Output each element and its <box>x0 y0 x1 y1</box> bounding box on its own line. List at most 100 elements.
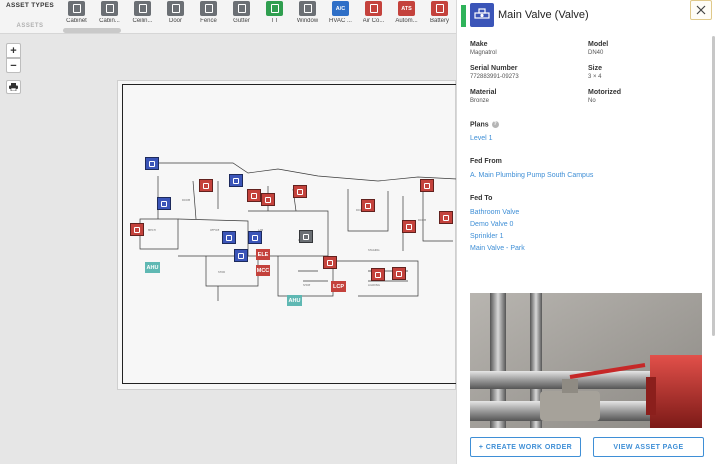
hvac-icon: A/C <box>332 1 349 16</box>
asset-type-item[interactable]: Window <box>291 0 324 34</box>
asset-marker[interactable] <box>392 267 406 280</box>
create-work-order-button[interactable]: + CREATE WORK ORDER <box>470 437 581 457</box>
field-value: Bronze <box>470 98 490 104</box>
asset-marker[interactable] <box>420 179 434 192</box>
ceiling-icon <box>134 1 151 16</box>
svg-text:OFFICE: OFFICE <box>210 228 220 232</box>
asset-type-item[interactable]: Fence <box>192 0 225 34</box>
field-material: Material Bronze <box>470 89 496 104</box>
cabinet-icon <box>101 1 118 16</box>
asset-marker[interactable] <box>402 220 416 233</box>
fed-from-heading: Fed From <box>470 158 502 165</box>
tab-assets[interactable]: ASSETS <box>16 23 43 29</box>
asset-marker[interactable] <box>130 223 144 236</box>
svg-text:STOR: STOR <box>218 270 225 274</box>
asset-type-label: Ceilin... <box>132 18 153 24</box>
asset-marker[interactable] <box>323 256 337 269</box>
mcc-tag[interactable]: MCC <box>256 265 270 276</box>
asset-type-item[interactable]: Air Co... <box>357 0 390 34</box>
svg-text:ROOM: ROOM <box>418 218 426 222</box>
window-icon <box>299 1 316 16</box>
view-asset-page-button[interactable]: VIEW ASSET PAGE <box>593 437 704 457</box>
panel-title: Main Valve (Valve) <box>498 9 589 21</box>
field-value: 772883991-09273 <box>470 74 519 80</box>
asset-marker[interactable] <box>157 197 171 210</box>
asset-type-label: TT <box>270 18 279 24</box>
floor-plan-drawing: ROOMOFFICEROOM LABCORRIDORROOM STAGINGME… <box>139 162 457 301</box>
zoom-out-button[interactable]: − <box>6 58 21 73</box>
valve-icon <box>470 3 494 27</box>
asset-type-label: HVAC ... <box>329 18 352 24</box>
ele-tag[interactable]: ELE <box>256 249 270 260</box>
panel-header: Main Valve (Valve) <box>457 0 715 33</box>
asset-type-label: Cabin... <box>99 18 120 24</box>
fed-to-link[interactable]: Sprinkler 1 <box>470 233 503 240</box>
asset-marker[interactable] <box>361 199 375 212</box>
gutter-icon <box>233 1 250 16</box>
ahu-tag[interactable]: AHU <box>145 262 160 273</box>
svg-text:ROOM: ROOM <box>182 198 190 202</box>
app-root: ASSET TYPES ASSETS Cabinet Cabin... Ceilin… <box>0 0 715 464</box>
asset-marker[interactable] <box>299 230 313 243</box>
asset-type-label: Air Co... <box>362 18 385 24</box>
asset-type-label: Autom... <box>395 18 418 24</box>
close-button[interactable] <box>690 0 712 20</box>
info-icon[interactable]: ? <box>491 121 499 128</box>
asset-marker[interactable] <box>234 249 248 262</box>
field-label: Serial Number <box>470 65 518 72</box>
fed-to-heading: Fed To <box>470 195 493 202</box>
printer-icon <box>9 83 18 91</box>
zoom-in-button[interactable]: + <box>6 43 21 58</box>
asset-marker[interactable] <box>248 231 262 244</box>
asset-marker[interactable] <box>261 193 275 206</box>
asset-type-item[interactable]: TT <box>258 0 291 34</box>
svg-text:MECH: MECH <box>148 228 156 232</box>
asset-marker[interactable] <box>439 211 453 224</box>
floor-plan-sheet[interactable]: ROOMOFFICEROOM LABCORRIDORROOM STAGINGME… <box>117 80 460 390</box>
field-value: No <box>588 98 596 104</box>
tab-asset-types[interactable]: ASSET TYPES <box>6 2 54 9</box>
status-indicator <box>461 5 466 27</box>
asset-marker[interactable] <box>293 185 307 198</box>
svg-text:STAGING: STAGING <box>368 248 379 252</box>
asset-type-label: Gutter <box>233 18 250 24</box>
field-make: Make Magnatrol <box>470 41 497 56</box>
valve-photo-illustration <box>470 293 702 428</box>
asset-marker[interactable] <box>145 157 159 170</box>
asset-type-item[interactable]: Ceilin... <box>126 0 159 34</box>
ahu-tag[interactable]: AHU <box>287 295 302 306</box>
asset-type-item[interactable]: A/C HVAC ... <box>324 0 357 34</box>
field-serial-number: Serial Number 772883991-09273 <box>470 65 519 80</box>
fed-from-link[interactable]: A. Main Plumbing Pump South Campus <box>470 172 593 179</box>
print-button[interactable] <box>6 80 21 94</box>
asset-type-item[interactable]: Battery <box>423 0 456 34</box>
plans-heading: Plans? <box>470 121 499 128</box>
plan-link[interactable]: Level 1 <box>470 135 493 142</box>
fed-to-link[interactable]: Main Valve - Park <box>470 245 525 252</box>
field-label: Model <box>588 41 609 48</box>
field-value: 3 × 4 <box>588 74 602 80</box>
asset-type-label: Window <box>296 18 319 24</box>
asset-photo <box>470 293 702 428</box>
door-icon <box>167 1 184 16</box>
asset-type-item[interactable]: Gutter <box>225 0 258 34</box>
asset-marker[interactable] <box>371 268 385 281</box>
field-value: DN40 <box>588 50 604 56</box>
asset-type-item[interactable]: Door <box>159 0 192 34</box>
lcp-tag[interactable]: LCP <box>331 281 346 292</box>
asset-marker[interactable] <box>229 174 243 187</box>
asset-marker[interactable] <box>222 231 236 244</box>
field-label: Material <box>470 89 497 96</box>
asset-marker[interactable] <box>199 179 213 192</box>
asset-type-item[interactable]: ATS Autom... <box>390 0 423 34</box>
asset-type-label: Fence <box>200 18 217 24</box>
field-model: Model DN40 <box>588 41 608 56</box>
fed-to-link[interactable]: Bathroom Valve <box>470 209 519 216</box>
field-motorized: Motorized No <box>588 89 621 104</box>
toolbar-scrollbar[interactable] <box>63 28 121 33</box>
battery-icon <box>431 1 448 16</box>
asset-type-label: Door <box>168 18 182 24</box>
ats-icon: ATS <box>398 1 415 16</box>
asset-marker[interactable] <box>247 189 261 202</box>
fed-to-link[interactable]: Demo Valve 0 <box>470 221 513 228</box>
